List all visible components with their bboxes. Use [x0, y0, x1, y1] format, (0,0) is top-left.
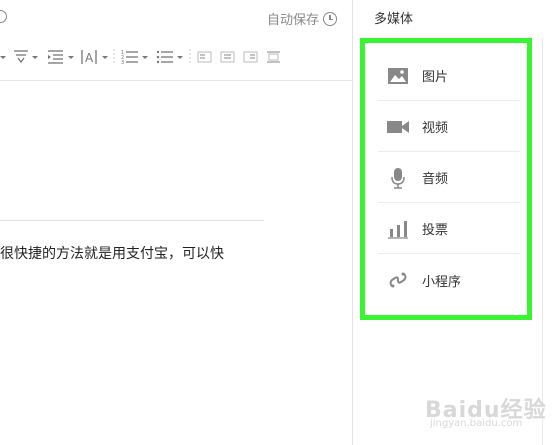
media-item-audio[interactable]: 音频 — [378, 153, 520, 203]
bar-chart-icon — [388, 220, 408, 239]
toolbar-separator — [189, 48, 191, 66]
svg-text:A: A — [85, 51, 94, 65]
indent-icon[interactable] — [47, 48, 75, 66]
media-item-label: 视频 — [422, 121, 449, 136]
panel-divider — [542, 38, 543, 445]
editor-topbar: 自动保存 — [0, 0, 353, 34]
media-item-image[interactable]: 图片 — [378, 51, 520, 101]
title-divider — [0, 220, 264, 221]
clock-icon[interactable] — [323, 11, 337, 26]
media-item-video[interactable]: 视频 — [378, 102, 520, 152]
align-right-icon[interactable] — [243, 48, 259, 66]
format-toolbar: A 1 2 3 — [0, 44, 353, 70]
autosave-label: 自动保存 — [266, 13, 319, 28]
media-menu-highlight: 图片 视频 音频 投票 小程序 — [360, 38, 532, 320]
video-icon — [387, 120, 409, 133]
panel-title: 多媒体 — [374, 12, 414, 27]
media-item-vote[interactable]: 投票 — [378, 204, 520, 254]
media-item-mini-program[interactable]: 小程序 — [378, 255, 520, 305]
align-dropdown-arrow[interactable] — [0, 48, 6, 66]
media-item-label: 音频 — [422, 172, 449, 187]
media-item-label: 小程序 — [422, 274, 462, 290]
media-item-label: 投票 — [422, 223, 449, 238]
editor-area: 自动保存 A 1 2 3 很快捷的方法就是用支付宝，可以快 — [0, 0, 353, 445]
image-icon — [388, 67, 408, 84]
media-item-label: 图片 — [422, 70, 449, 85]
svg-text:3: 3 — [121, 60, 124, 66]
letter-spacing-icon[interactable]: A — [81, 48, 111, 66]
baidu-watermark-url: jingyan.baidu.com — [430, 418, 523, 429]
ordered-list-icon[interactable]: 1 2 3 — [121, 48, 151, 66]
align-justify-icon[interactable] — [266, 48, 282, 66]
link-icon — [389, 272, 407, 288]
unordered-list-icon[interactable] — [156, 48, 186, 66]
autosave-indicator: 自动保存 — [267, 9, 337, 28]
toolbar-divider — [0, 80, 353, 81]
multimedia-panel: 多媒体 图片 视频 音频 投票 小程序 — [354, 0, 557, 445]
align-center-icon[interactable] — [220, 48, 236, 66]
toolbar-separator — [113, 48, 115, 66]
emoji-icon[interactable] — [0, 10, 7, 23]
line-spacing-icon[interactable] — [13, 48, 39, 66]
microphone-icon — [391, 167, 405, 189]
editor-content-text[interactable]: 很快捷的方法就是用支付宝，可以快 — [0, 243, 224, 263]
align-left-icon[interactable] — [197, 48, 213, 66]
